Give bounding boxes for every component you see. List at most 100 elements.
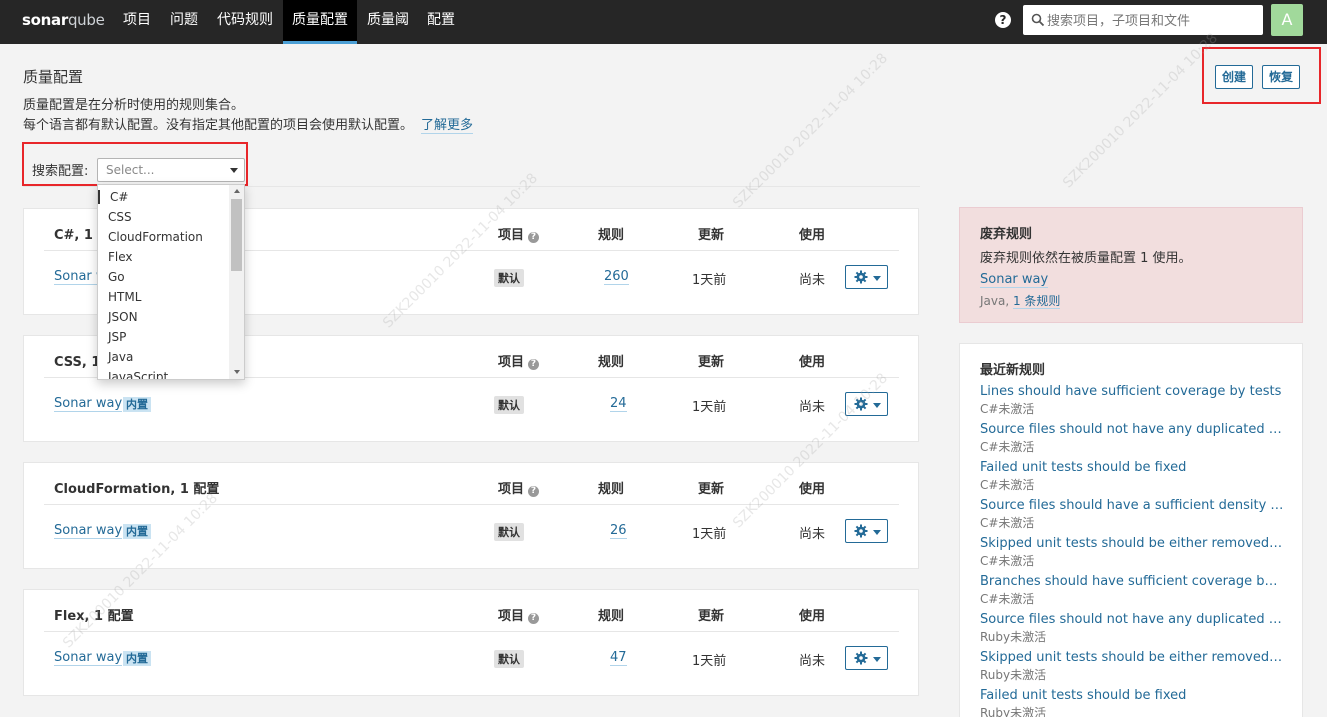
sonarqube-logo[interactable]: sonarqube [22,11,105,29]
language-select-placeholder: Select... [106,163,155,177]
gear-icon [854,651,868,665]
language-option[interactable]: JSON [108,310,138,324]
default-badge: 默认 [494,269,524,287]
rule-meta: C#未激活 [980,516,1035,530]
chevron-down-icon [873,276,881,281]
language-option[interactable]: Java [108,350,133,364]
rule-link[interactable]: Source files should not have any duplica… [980,422,1285,437]
chevron-down-icon [873,403,881,408]
dropdown-scrollbar[interactable] [229,185,244,379]
nav-coding-rules[interactable]: 代码规则 [208,0,282,44]
card-title: Flex, 1 配置 [54,609,134,624]
logo-text-a: sonar [22,11,68,29]
language-option[interactable]: CSS [108,210,132,224]
language-card-flex: Flex, 1 配置 项目? 规则 更新 使用 Sonar way 内置 默认 … [23,589,919,696]
learn-more-link[interactable]: 了解更多 [421,114,474,134]
language-option[interactable]: C# [98,190,230,204]
profile-link[interactable]: Sonar way [54,396,123,412]
language-option[interactable]: JSP [108,330,126,344]
deprecated-profile-link[interactable]: Sonar way [980,272,1049,288]
rule-meta: Ruby未激活 [980,630,1047,644]
col-projects: 项目? [498,351,540,370]
language-dropdown[interactable]: C# CSS CloudFormation Flex Go HTML JSON … [97,184,245,380]
language-option[interactable]: Flex [108,250,133,264]
language-option[interactable]: JavaScript [108,370,168,379]
rule-meta: Ruby未激活 [980,706,1047,717]
create-button[interactable]: 创建 [1215,65,1254,89]
help-icon[interactable]: ? [995,12,1011,28]
updated-value: 1天前 [692,654,727,669]
rule-link[interactable]: Failed unit tests should be fixed [980,460,1285,475]
profile-actions-button[interactable] [845,519,888,543]
rules-count-link[interactable]: 47 [610,650,627,666]
nav-issues[interactable]: 问题 [161,0,207,44]
avatar[interactable]: A [1271,4,1303,36]
rule-link[interactable]: Failed unit tests should be fixed [980,688,1285,703]
language-option[interactable]: Go [108,270,125,284]
used-value: 尚未 [799,654,826,669]
rule-link[interactable]: Lines should have sufficient coverage by… [980,384,1285,399]
rule-link[interactable]: Skipped unit tests should be either remo… [980,536,1285,551]
help-icon: ? [528,359,540,370]
rule-meta: C#未激活 [980,592,1035,606]
col-projects: 项目? [498,605,540,624]
col-updated: 更新 [698,482,725,497]
rule-link[interactable]: Source files should not have any duplica… [980,612,1285,627]
col-projects: 项目? [498,224,540,243]
col-rules: 规则 [598,355,625,370]
rules-count-link[interactable]: 260 [604,269,629,285]
used-value: 尚未 [799,400,826,415]
default-badge: 默认 [494,523,524,541]
scrollbar-thumb[interactable] [231,199,242,271]
col-used: 使用 [799,355,826,370]
col-used: 使用 [799,228,826,243]
used-value: 尚未 [799,273,826,288]
profile-link[interactable]: Sonar way [54,650,123,666]
rule-link[interactable]: Skipped unit tests should be either remo… [980,650,1285,665]
gear-icon [854,270,868,284]
builtin-badge: 内置 [123,524,151,539]
profile-link[interactable]: Sonar way [54,523,123,539]
chevron-down-icon [873,657,881,662]
deprecated-rules-link[interactable]: 1 条规则 [1012,294,1061,309]
nav-projects[interactable]: 项目 [114,0,160,44]
global-search-input[interactable] [1047,10,1257,30]
deprecated-text: 废弃规则依然在被质量配置 1 使用。 [980,251,1192,266]
language-card-cloudformation: CloudFormation, 1 配置 项目? 规则 更新 使用 Sonar … [23,462,919,569]
rule-meta: C#未激活 [980,554,1035,568]
col-rules: 规则 [598,609,625,624]
nav-quality-profiles[interactable]: 质量配置 [283,0,357,44]
rule-meta: C#未激活 [980,402,1035,416]
nav-administration[interactable]: 配置 [418,0,464,44]
nav-quality-gates[interactable]: 质量阈 [358,0,418,44]
chevron-down-icon [873,530,881,535]
language-option[interactable]: HTML [108,290,141,304]
language-option[interactable]: CloudFormation [108,230,203,244]
rules-count-link[interactable]: 24 [610,396,627,412]
global-search[interactable] [1023,5,1263,35]
col-updated: 更新 [698,609,725,624]
deprecated-meta: Java, 1 条规则 [980,292,1061,309]
col-used: 使用 [799,609,826,624]
rule-link[interactable]: Branches should have sufficient coverage… [980,574,1285,589]
search-profile-label: 搜索配置: [32,164,89,179]
profile-actions-button[interactable] [845,265,888,289]
language-select[interactable]: Select... [97,158,245,182]
profile-actions-button[interactable] [845,646,888,670]
scroll-down-icon[interactable] [234,370,240,374]
rules-count-link[interactable]: 26 [610,523,627,539]
scroll-up-icon[interactable] [234,189,240,193]
watermark: SZK200010 2022-11-04 10:28 [1060,30,1222,192]
builtin-badge: 内置 [123,651,151,666]
profile-actions-button[interactable] [845,392,888,416]
builtin-badge: 内置 [123,397,151,412]
card-title: CloudFormation, 1 配置 [54,482,220,497]
restore-button[interactable]: 恢复 [1262,65,1301,89]
deprecated-title: 废弃规则 [980,227,1033,242]
col-updated: 更新 [698,355,725,370]
page-description-2: 每个语言都有默认配置。没有指定其他配置的项目会使用默认配置。 [23,118,414,133]
page-title: 质量配置 [23,68,84,86]
col-projects: 项目? [498,478,540,497]
rule-link[interactable]: Source files should have a sufficient de… [980,498,1285,513]
col-rules: 规则 [598,228,625,243]
